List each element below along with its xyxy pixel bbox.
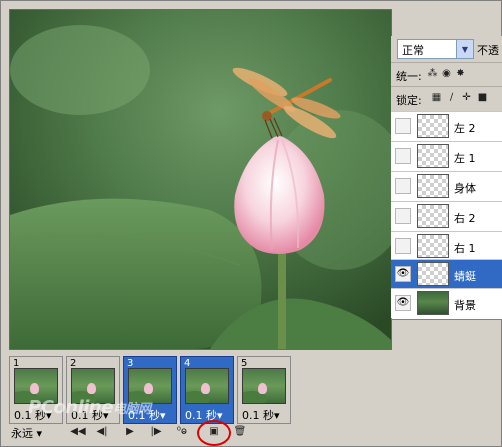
layer-name: 右 2 — [454, 212, 476, 225]
layer-thumbnail — [417, 262, 449, 286]
layer-row[interactable]: 身体 — [391, 171, 502, 201]
lock-label: 锁定: — [396, 94, 422, 107]
watermark-text: PConline — [28, 397, 113, 418]
animation-frame[interactable]: 5 0.1 秒▾ — [237, 356, 291, 424]
document-canvas[interactable] — [9, 9, 392, 350]
unify-visibility-icon[interactable]: ◉ — [441, 68, 452, 80]
frame-thumbnail — [185, 368, 229, 404]
layer-row[interactable]: 👁 背景 — [391, 288, 502, 318]
blend-mode-select[interactable]: 正常 ▼ — [397, 39, 474, 59]
visibility-toggle[interactable] — [395, 148, 411, 164]
layer-row[interactable]: 左 1 — [391, 141, 502, 171]
unify-label: 统一: — [396, 70, 422, 83]
delete-frame-icon[interactable]: 🗑 — [231, 424, 249, 440]
visibility-toggle[interactable] — [395, 208, 411, 224]
eye-icon[interactable]: 👁 — [395, 295, 411, 311]
eye-icon[interactable]: 👁 — [395, 266, 411, 282]
layer-name: 左 2 — [454, 122, 476, 135]
layer-thumbnail — [417, 144, 449, 168]
lock-row: 锁定: ▦ ∕ ✛ ■ — [391, 86, 502, 111]
layer-thumbnail — [417, 174, 449, 198]
watermark: PConline电脑网 — [28, 397, 151, 418]
loop-select[interactable]: 永远 ▾ — [11, 425, 42, 441]
visibility-toggle[interactable] — [395, 118, 411, 134]
layer-row[interactable]: 右 1 — [391, 231, 502, 261]
frame-thumbnail — [242, 368, 286, 404]
layer-name: 左 1 — [454, 152, 476, 165]
animation-frame-selected[interactable]: 4 0.1 秒▾ — [180, 356, 234, 424]
animation-toolbar: 永远 ▾ ◀◀ ◀| ▶ |▶ ⁰ⱺ ▣ 🗑 — [9, 424, 294, 442]
tween-icon[interactable]: ⁰ⱺ — [173, 424, 191, 440]
prev-frame-icon[interactable]: ◀| — [93, 424, 111, 440]
layer-name: 身体 — [454, 182, 476, 195]
blend-mode-row: 正常 ▼ 不透 — [391, 36, 502, 62]
lock-brush-icon[interactable]: ∕ — [446, 92, 457, 104]
highlight-circle — [197, 420, 231, 446]
blend-mode-value: 正常 — [402, 44, 424, 57]
visibility-toggle[interactable] — [395, 238, 411, 254]
layer-name: 背景 — [454, 299, 476, 312]
watermark-suffix: 电脑网 — [112, 402, 151, 417]
unify-style-icon[interactable]: ✸ — [455, 68, 466, 80]
chevron-down-icon[interactable]: ▼ — [456, 40, 473, 58]
layer-name: 右 1 — [454, 242, 476, 255]
frame-delay[interactable]: 0.1 秒▾ — [242, 407, 280, 423]
layer-thumbnail — [417, 114, 449, 138]
lock-move-icon[interactable]: ✛ — [461, 92, 472, 104]
first-frame-icon[interactable]: ◀◀ — [69, 424, 87, 440]
opacity-label: 不透 — [477, 44, 499, 57]
next-frame-icon[interactable]: |▶ — [147, 424, 165, 440]
layer-row[interactable]: 右 2 — [391, 201, 502, 231]
layer-name: 蜻蜓 — [454, 270, 476, 283]
layer-thumbnail — [417, 291, 449, 315]
layer-thumbnail — [417, 234, 449, 258]
visibility-toggle[interactable] — [395, 178, 411, 194]
unify-row: 统一: ⁂ ◉ ✸ — [391, 62, 502, 87]
lotus-dragonfly-photo — [10, 10, 391, 349]
layer-row[interactable]: 左 2 — [391, 111, 502, 141]
unify-position-icon[interactable]: ⁂ — [427, 68, 438, 80]
play-icon[interactable]: ▶ — [121, 424, 139, 440]
layer-row-selected[interactable]: 👁 蜻蜓 — [391, 259, 502, 289]
lock-all-icon[interactable]: ■ — [477, 92, 488, 104]
lock-transparency-icon[interactable]: ▦ — [431, 92, 442, 104]
layer-thumbnail — [417, 204, 449, 228]
